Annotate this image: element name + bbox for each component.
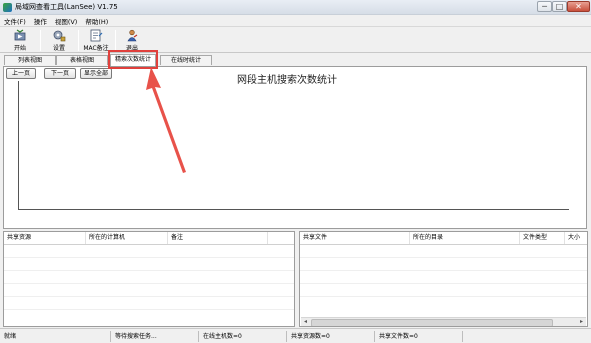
toolbar: 开始 设置 MAC备注 退出 — [0, 26, 591, 53]
toolbar-separator — [78, 30, 79, 51]
chart-panel: 上一页 下一页 显示全部 网段主机搜索次数统计 — [3, 66, 587, 229]
toolbar-separator — [40, 30, 41, 51]
exit-button[interactable]: 退出 — [118, 28, 146, 52]
note-icon — [90, 29, 103, 42]
annotation-arrow — [146, 67, 186, 173]
next-page-button[interactable]: 下一页 — [44, 68, 76, 79]
status-separator — [198, 331, 199, 342]
prev-page-button[interactable]: 上一页 — [6, 68, 36, 79]
status-separator — [462, 331, 463, 342]
mac-note-button[interactable]: MAC备注 — [80, 28, 112, 52]
close-button[interactable]: ✕ — [567, 1, 590, 12]
play-icon — [14, 29, 26, 41]
settings-button[interactable]: 设置 — [45, 28, 73, 52]
settings-icon — [53, 30, 66, 42]
col-host-computer[interactable]: 所在的计算机 — [86, 232, 168, 244]
grid-row-line — [300, 257, 587, 258]
scroll-left-icon[interactable]: ◂ — [301, 318, 310, 326]
col-file-type[interactable]: 文件类型 — [520, 232, 565, 244]
chart-y-axis — [18, 81, 19, 209]
menu-bar: 文件(F) 操作 视图(V) 帮助(H) — [0, 15, 591, 26]
status-task: 等待搜索任务... — [115, 333, 157, 340]
share-file-grid: 共享文件 所在的目录 文件类型 大小 ◂ ▸ — [299, 231, 588, 327]
status-online-hosts: 在线主机数=0 — [203, 333, 242, 340]
tab-table-view[interactable]: 表格视图 — [56, 55, 108, 65]
col-share-file[interactable]: 共享文件 — [300, 232, 410, 244]
exit-icon — [127, 29, 138, 42]
col-share-resource[interactable]: 共享资源 — [4, 232, 86, 244]
menu-operate[interactable]: 操作 — [30, 16, 51, 26]
app-icon — [3, 3, 12, 12]
grid-row-line — [300, 283, 587, 284]
share-resource-grid: 共享资源 所在的计算机 备注 — [3, 231, 295, 327]
title-bar: 局域网查看工具(LanSee) V1.75 ─ □ ✕ — [0, 0, 591, 15]
grid-row-line — [300, 270, 587, 271]
status-ready: 就绪 — [4, 333, 17, 340]
scrollbar-thumb[interactable] — [311, 319, 553, 326]
grid-row-line — [4, 296, 294, 297]
toolbar-separator — [115, 30, 116, 51]
grid-row-line — [4, 283, 294, 284]
start-label: 开始 — [13, 45, 26, 52]
tab-online-time-stats[interactable]: 在线时统计 — [160, 55, 212, 65]
menu-view[interactable]: 视图(V) — [51, 16, 82, 26]
menu-help[interactable]: 帮助(H) — [81, 16, 112, 26]
grid-row-line — [4, 309, 294, 310]
status-separator — [286, 331, 287, 342]
settings-label: 设置 — [52, 45, 65, 52]
grid-row-line — [300, 296, 587, 297]
chart-title: 网段主机搜索次数统计 — [237, 75, 337, 86]
file-grid-header: 共享文件 所在的目录 文件类型 大小 — [300, 232, 587, 245]
status-shared-resources: 共享资源数=0 — [291, 333, 330, 340]
minimize-button[interactable]: ─ — [537, 1, 552, 12]
col-remark[interactable]: 备注 — [168, 232, 268, 244]
grid-row-line — [4, 270, 294, 271]
menu-file[interactable]: 文件(F) — [0, 16, 30, 26]
chart-x-axis — [18, 209, 569, 210]
show-all-button[interactable]: 显示全部 — [80, 68, 112, 79]
status-separator — [374, 331, 375, 342]
start-button[interactable]: 开始 — [6, 28, 34, 52]
horizontal-scrollbar[interactable]: ◂ ▸ — [301, 317, 586, 326]
scroll-right-icon[interactable]: ▸ — [577, 318, 586, 326]
status-separator — [110, 331, 111, 342]
maximize-button[interactable]: □ — [552, 1, 567, 12]
tab-list-view[interactable]: 列表视图 — [4, 55, 56, 65]
col-size[interactable]: 大小 — [565, 232, 587, 244]
status-shared-files: 共享文件数=0 — [379, 333, 418, 340]
status-bar: 就绪 等待搜索任务... 在线主机数=0 共享资源数=0 共享文件数=0 — [0, 328, 591, 343]
window-title: 局域网查看工具(LanSee) V1.75 — [15, 3, 118, 11]
grid-row-line — [4, 257, 294, 258]
share-grid-header: 共享资源 所在的计算机 备注 — [4, 232, 294, 245]
col-directory[interactable]: 所在的目录 — [410, 232, 520, 244]
